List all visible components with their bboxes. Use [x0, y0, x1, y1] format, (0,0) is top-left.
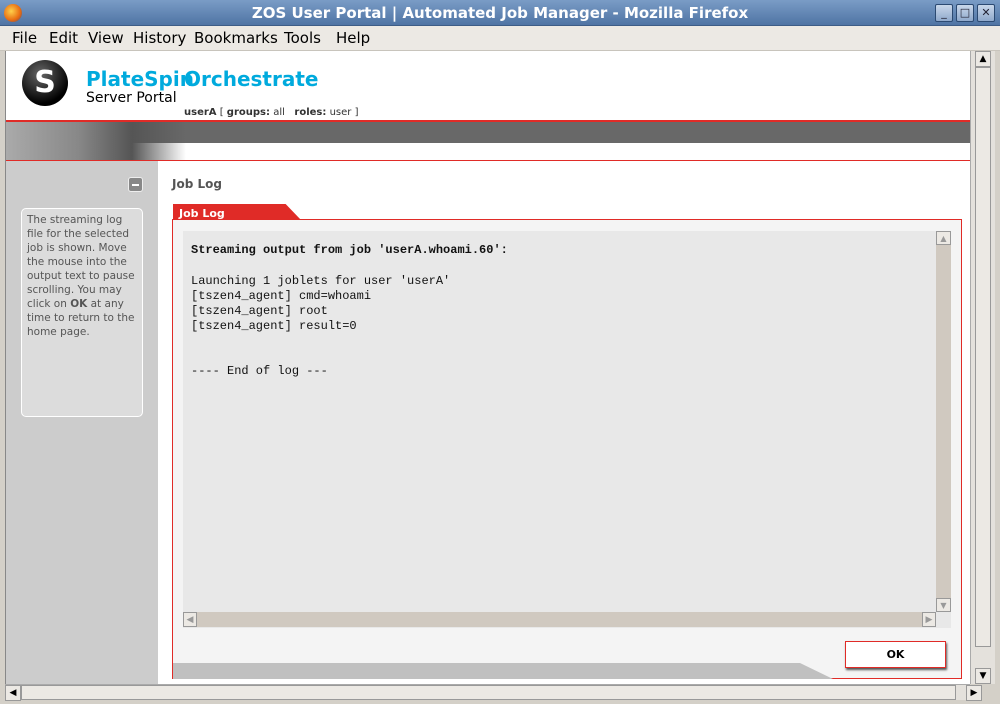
sidebar: The streaming log file for the selected … — [6, 161, 158, 684]
scroll-thumb[interactable] — [21, 685, 956, 700]
scroll-left-icon[interactable]: ◀ — [183, 612, 197, 627]
menu-view[interactable]: View — [88, 29, 124, 47]
roles-value: user — [329, 107, 352, 118]
scroll-thumb[interactable] — [975, 67, 991, 647]
maximize-button[interactable]: □ — [956, 4, 974, 22]
portal-subtitle: Server Portal — [86, 90, 177, 106]
user-info: userA [ groups: all roles: user ] — [184, 107, 359, 118]
brand-platespin: PlateSpin — [86, 67, 194, 91]
platespin-logo: S — [22, 60, 68, 106]
roles-label: roles: — [294, 107, 327, 118]
job-log-panel: Streaming output from job 'userA.whoami.… — [172, 219, 962, 679]
user-name: userA — [184, 107, 217, 118]
scroll-down-icon[interactable]: ▼ — [975, 668, 991, 684]
log-vscroll[interactable]: ▲ ▼ — [936, 231, 951, 612]
menu-file[interactable]: File — [12, 29, 37, 47]
groups-value: all — [273, 107, 285, 118]
brand-orchestrate: Orchestrate — [184, 67, 319, 91]
scroll-right-icon[interactable]: ▶ — [922, 612, 936, 627]
ok-button[interactable]: OK — [845, 641, 946, 668]
log-line: [tszen4_agent] root — [191, 304, 328, 318]
panel-footer-band — [173, 663, 833, 679]
menu-tools[interactable]: Tools — [284, 29, 321, 47]
help-text: The streaming log file for the selected … — [27, 214, 135, 310]
window-title: ZOS User Portal | Automated Job Manager … — [251, 4, 749, 22]
header-graphic — [6, 122, 186, 160]
page-vertical-scrollbar[interactable]: ▲ ▼ — [970, 51, 995, 684]
log-hscroll[interactable]: ◀ ▶ — [183, 612, 936, 627]
page-title: Job Log — [172, 177, 222, 191]
page-viewport: S PlateSpin Orchestrate Server Portal us… — [5, 51, 970, 684]
collapse-icon[interactable] — [128, 177, 143, 192]
menu-history[interactable]: History — [133, 29, 186, 47]
close-button[interactable]: ✕ — [977, 4, 995, 22]
window-titlebar: ZOS User Portal | Automated Job Manager … — [0, 0, 1000, 26]
help-box: The streaming log file for the selected … — [21, 208, 143, 417]
log-line: [tszen4_agent] result=0 — [191, 319, 357, 333]
log-line: [tszen4_agent] cmd=whoami — [191, 289, 372, 303]
minimize-button[interactable]: _ — [935, 4, 953, 22]
tab-job-log[interactable]: Job Log — [173, 204, 301, 220]
scroll-down-icon[interactable]: ▼ — [936, 598, 951, 612]
log-title: Streaming output from job 'userA.whoami.… — [191, 243, 508, 257]
log-output[interactable]: Streaming output from job 'userA.whoami.… — [183, 231, 951, 628]
groups-label: groups: — [226, 107, 270, 118]
scroll-up-icon[interactable]: ▲ — [936, 231, 951, 245]
scroll-right-icon[interactable]: ▶ — [966, 685, 982, 701]
menu-edit[interactable]: Edit — [49, 29, 78, 47]
log-line: Launching 1 joblets for user 'userA' — [191, 274, 451, 288]
scroll-left-icon[interactable]: ◀ — [5, 685, 21, 701]
menu-help[interactable]: Help — [336, 29, 370, 47]
log-end: ---- End of log --- — [191, 364, 328, 378]
menu-bookmarks[interactable]: Bookmarks — [194, 29, 278, 47]
menu-bar: File Edit View History Bookmarks Tools H… — [0, 26, 1000, 51]
scroll-up-icon[interactable]: ▲ — [975, 51, 991, 67]
page-horizontal-scrollbar[interactable]: ◀ ▶ — [5, 684, 982, 701]
help-ok: OK — [70, 298, 88, 310]
